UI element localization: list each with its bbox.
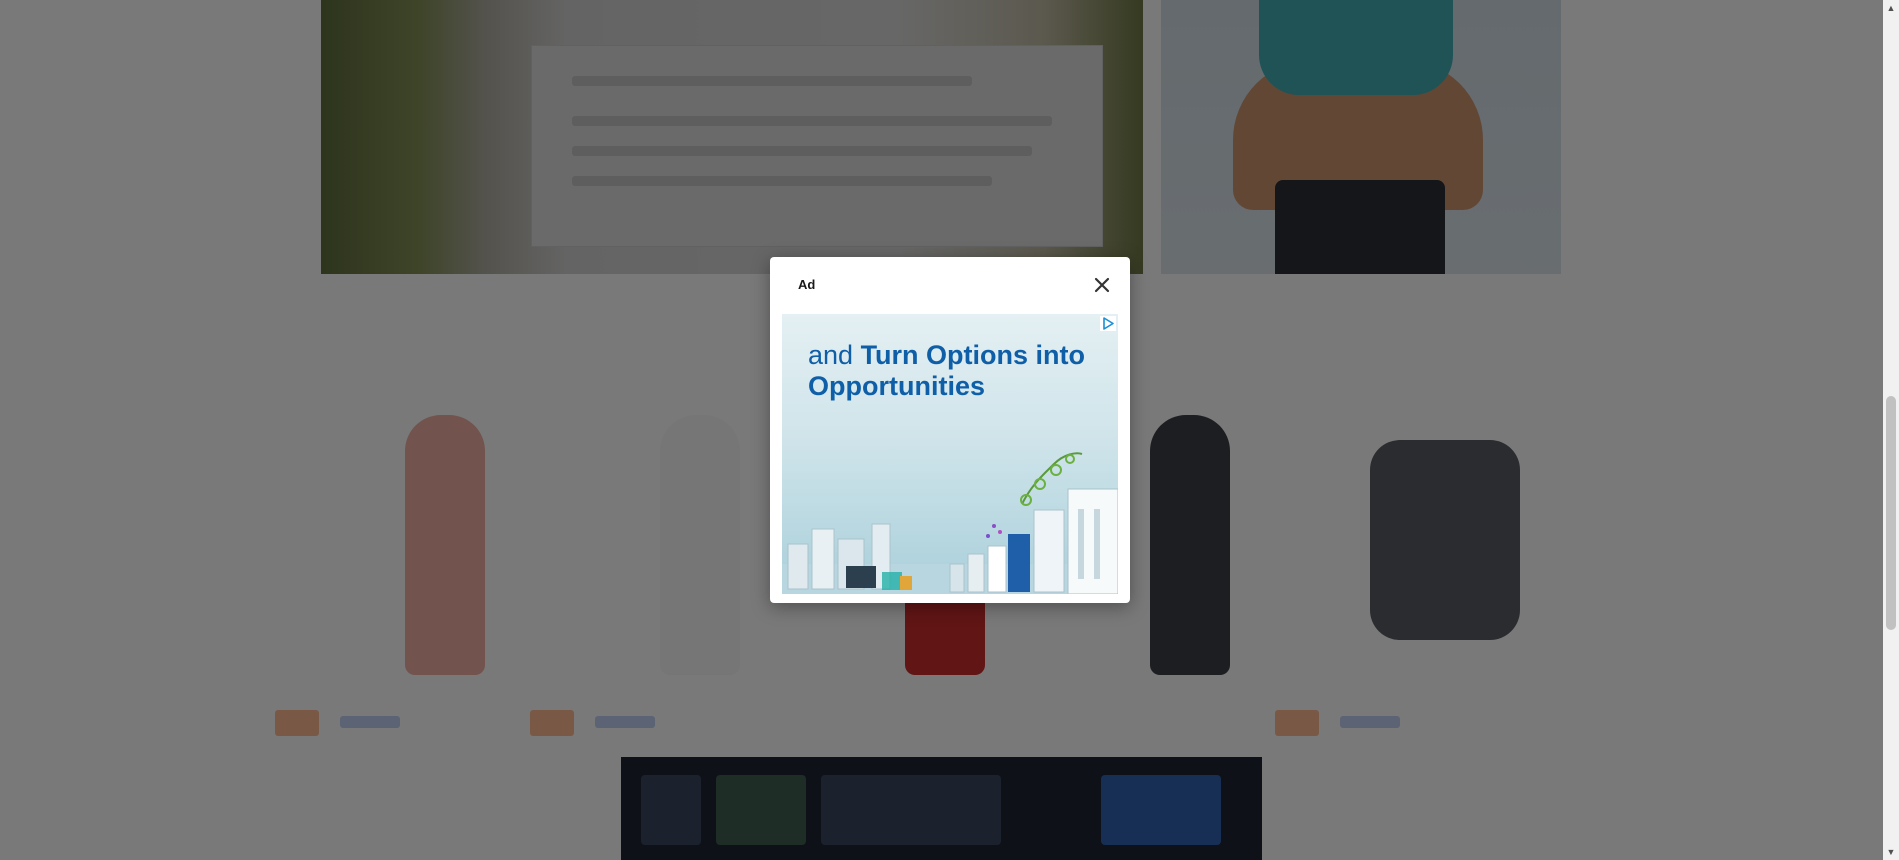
scroll-up-icon[interactable]: ▲ xyxy=(1883,0,1899,16)
scrollbar-thumb[interactable] xyxy=(1886,396,1896,630)
page-scrollbar[interactable]: ▲ ▼ xyxy=(1883,0,1899,860)
close-icon[interactable] xyxy=(1090,273,1114,297)
scroll-down-icon[interactable]: ▼ xyxy=(1883,844,1899,860)
ad-label: Ad xyxy=(798,277,816,292)
ad-dialog: Ad and Turn Options into Opportunities xyxy=(770,257,1130,603)
lab-equipment-illustration xyxy=(782,452,1118,594)
ad-creative[interactable]: and Turn Options into Opportunities xyxy=(782,314,1118,594)
